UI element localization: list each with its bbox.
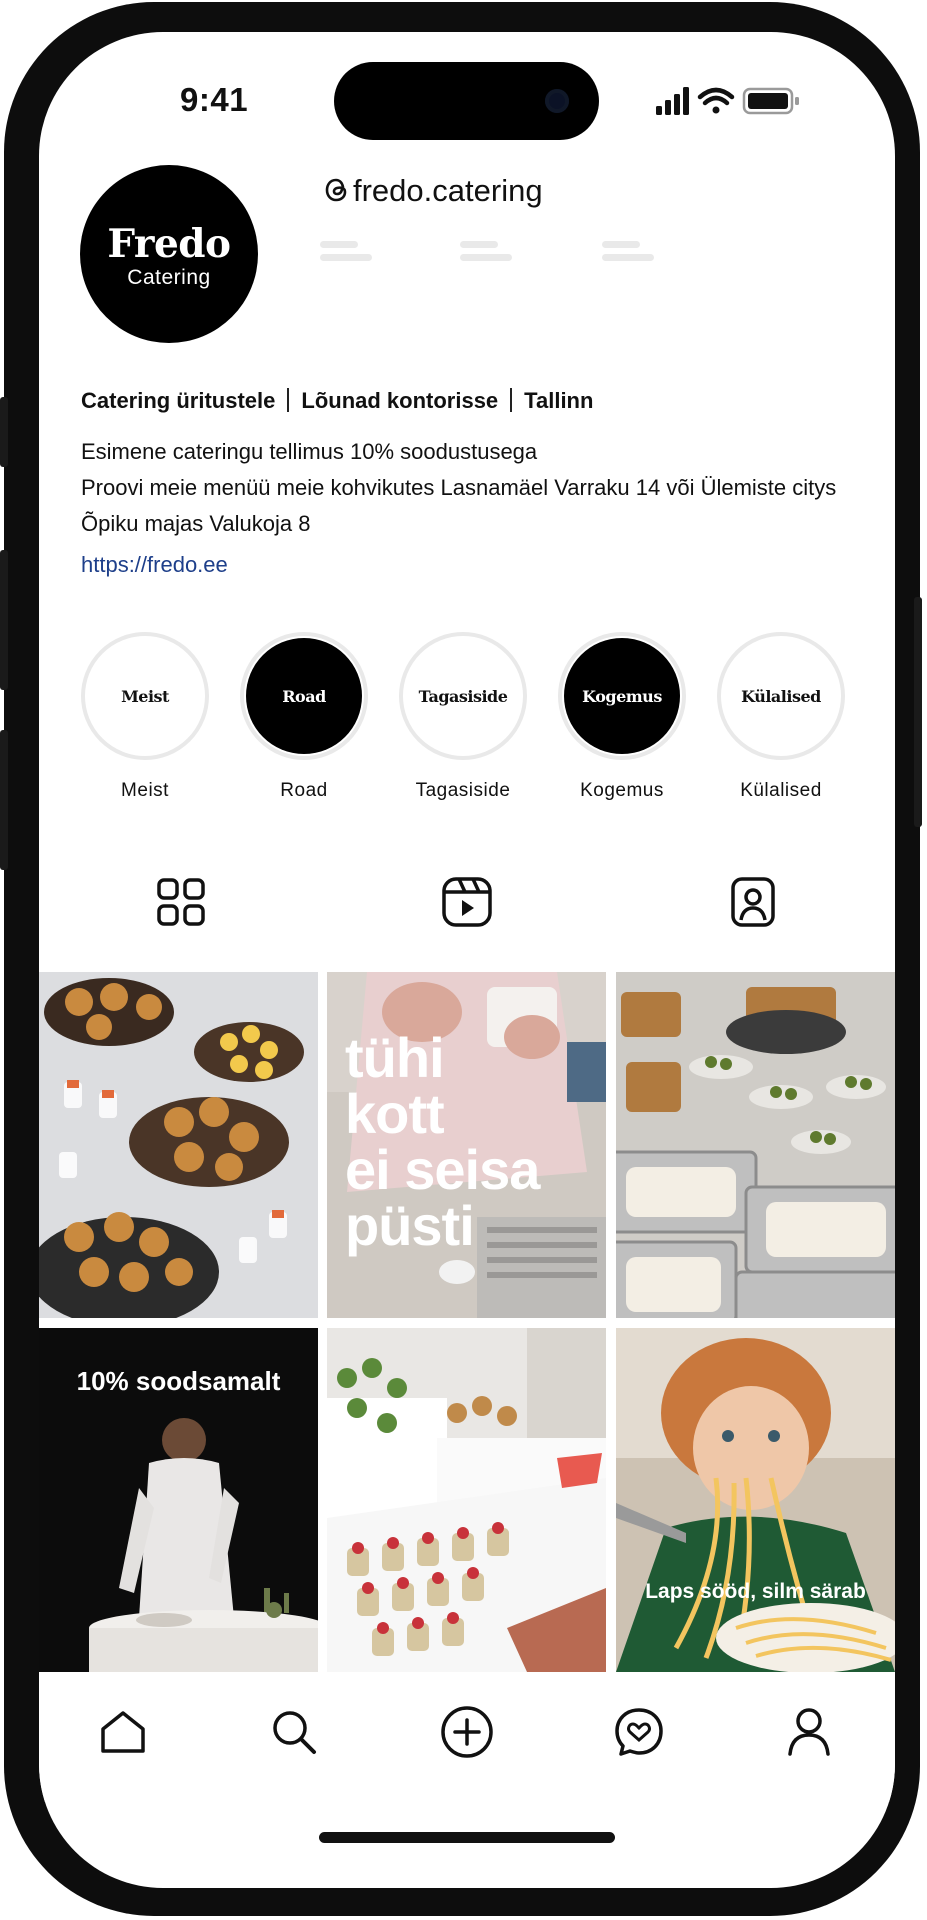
highlight-ring: Külalised: [717, 632, 845, 760]
profile-avatar[interactable]: Fredo Catering: [80, 165, 258, 343]
status-icons: [656, 87, 799, 115]
highlight-caption: Tagasiside: [415, 780, 511, 801]
threads-icon: [325, 178, 347, 202]
tagged-icon: [731, 877, 775, 927]
post-buffet-silver[interactable]: [616, 972, 895, 1318]
signal-icon: [656, 87, 689, 115]
highlight-caption: Külalised: [740, 780, 822, 801]
dynamic-island: [334, 62, 599, 140]
camera-icon: [545, 89, 569, 113]
nav-messages[interactable]: [609, 1702, 669, 1762]
tab-tagged[interactable]: [723, 872, 783, 932]
highlight-meist[interactable]: Meist Meist: [80, 632, 210, 802]
stat-following-placeholder: [602, 241, 658, 261]
dessert-photo: [327, 1328, 606, 1672]
post-dessert-table[interactable]: [327, 1328, 606, 1672]
wifi-icon: [697, 87, 735, 114]
post-overlay-text: Laps sööd, silm särab: [645, 1580, 866, 1603]
bio-tags: Catering üritustele Lõunad kontorisse Tall…: [81, 388, 593, 414]
bio-tag: Lõunad kontorisse: [301, 388, 499, 413]
highlight-cover-text: Kogemus: [564, 638, 680, 754]
bottom-nav: [39, 1682, 895, 1802]
buffet-photo: [616, 972, 895, 1318]
profile-tabs: [39, 872, 895, 952]
home-indicator[interactable]: [319, 1832, 615, 1843]
highlight-caption: Kogemus: [580, 780, 664, 801]
tab-reels[interactable]: [437, 872, 497, 932]
bio-separator: [510, 388, 513, 412]
nav-home[interactable]: [93, 1702, 153, 1762]
highlight-cover-text: Meist: [87, 638, 203, 754]
avatar-logo-subtitle: Catering: [127, 266, 211, 289]
stat-followers-placeholder: [460, 241, 516, 261]
bio-tag: Tallinn: [524, 388, 594, 413]
volume-up-button: [0, 550, 8, 690]
home-icon: [101, 1711, 145, 1753]
highlight-ring: Tagasiside: [399, 632, 527, 760]
search-icon: [273, 1711, 316, 1754]
post-burgers[interactable]: [39, 972, 318, 1318]
highlight-caption: Road: [280, 780, 328, 801]
highlight-cover-text: Tagasiside: [405, 638, 521, 754]
bio-text: Esimene cateringu tellimus 10% soodustus…: [81, 434, 861, 542]
bio-line: Proovi meie menüü meie kohvikutes Lasnam…: [81, 475, 837, 536]
avatar-logo-title: Fredo: [107, 221, 231, 267]
highlight-ring: Kogemus: [558, 632, 686, 760]
overlay-line: ei seisa: [345, 1138, 540, 1201]
bio-separator: [287, 388, 290, 412]
status-time: 9:41: [180, 81, 249, 118]
overlay-line: püsti: [345, 1194, 475, 1257]
bio-line: Esimene cateringu tellimus 10% soodustus…: [81, 439, 538, 464]
power-button: [914, 597, 922, 827]
overlay-line: tühi: [345, 1026, 445, 1089]
grid-icon: [157, 878, 205, 926]
stat-posts-placeholder: [320, 241, 376, 261]
post-overlay-text: 10% soodsamalt: [76, 1366, 281, 1396]
profile-icon: [788, 1708, 830, 1756]
highlight-caption: Meist: [121, 780, 169, 801]
reels-icon: [442, 877, 492, 927]
highlight-ring: Meist: [81, 632, 209, 760]
screen: 9:41 Fredo Catering fredo.catering Cater…: [39, 32, 895, 1888]
post-laps-sood[interactable]: Laps sööd, silm särab: [616, 1328, 895, 1672]
highlight-cover-text: Road: [246, 638, 362, 754]
highlight-kulalised[interactable]: Külalised Külalised: [716, 632, 846, 802]
volume-down-button: [0, 730, 8, 870]
nav-search[interactable]: [264, 1702, 324, 1762]
highlight-road[interactable]: Road Road: [239, 632, 369, 802]
overlay-line: kott: [345, 1082, 445, 1145]
highlight-ring: Road: [240, 632, 368, 760]
bio-link[interactable]: https://fredo.ee: [81, 552, 228, 578]
post-overlay-text: tühi kott ei seisa püsti: [345, 1026, 540, 1257]
create-icon: [441, 1706, 493, 1758]
highlight-tagasiside[interactable]: Tagasiside Tagasiside: [398, 632, 528, 802]
nav-profile[interactable]: [779, 1702, 839, 1762]
profile-handle[interactable]: fredo.catering: [324, 173, 543, 209]
tab-grid[interactable]: [151, 872, 211, 932]
phone-frame: 9:41 Fredo Catering fredo.catering Cater…: [0, 2, 922, 1916]
handle-text: fredo.catering: [353, 173, 543, 208]
highlight-cover-text: Külalised: [723, 638, 839, 754]
child-photo: [616, 1328, 895, 1672]
mute-switch: [0, 397, 8, 467]
status-bar: 9:41: [39, 32, 895, 162]
posts-grid: tühi kott ei seisa püsti 10% soodsamalt …: [39, 972, 895, 1672]
burgers-photo: [39, 972, 318, 1318]
battery-icon: [742, 87, 799, 115]
post-soodsamalt[interactable]: 10% soodsamalt: [39, 1328, 318, 1672]
nav-create[interactable]: [437, 1702, 497, 1762]
highlight-kogemus[interactable]: Kogemus Kogemus: [557, 632, 687, 802]
messages-icon: [615, 1708, 663, 1756]
bio-tag: Catering üritustele: [81, 388, 276, 413]
post-tyhi-kott[interactable]: tühi kott ei seisa püsti: [327, 972, 606, 1318]
